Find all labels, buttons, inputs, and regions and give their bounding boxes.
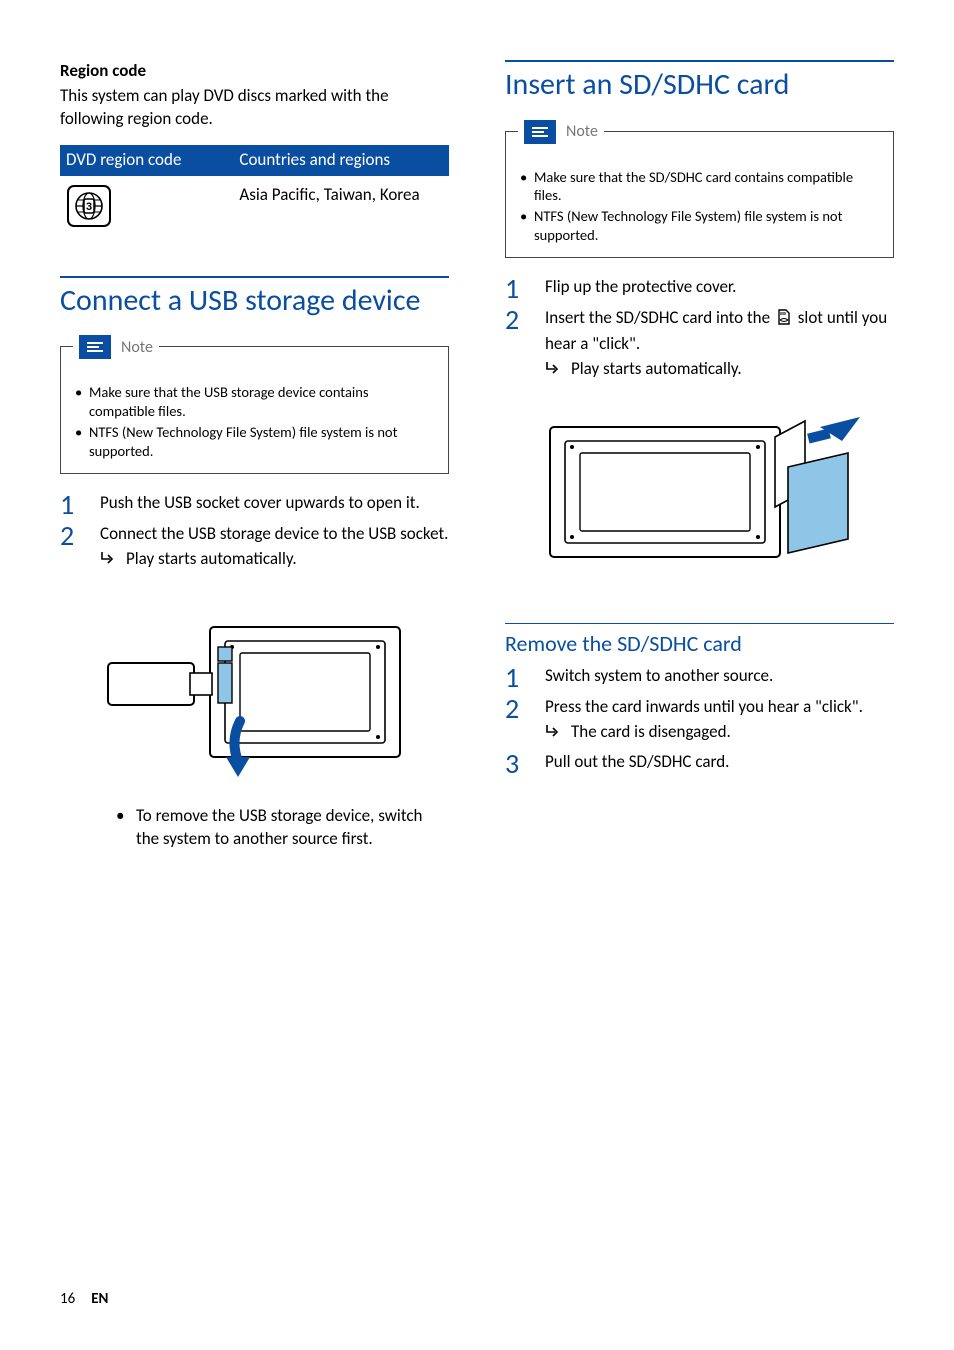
region-number-label: 3 bbox=[86, 201, 92, 213]
usb-note-list: Make sure that the USB storage device co… bbox=[75, 383, 436, 460]
bullet-dot-icon: • bbox=[116, 805, 126, 851]
remove-step-1: Switch system to another source. bbox=[505, 665, 894, 688]
result-arrow-icon bbox=[100, 548, 116, 571]
sd-section-heading: Insert an SD/SDHC card bbox=[505, 68, 894, 103]
note-tab: Note bbox=[518, 120, 604, 144]
note-tab: Note bbox=[73, 335, 159, 359]
remove-step-2: Press the card inwards until you hear a … bbox=[505, 696, 894, 744]
sd-diagram bbox=[505, 397, 894, 587]
region-table-head-a: DVD region code bbox=[66, 149, 239, 170]
step-result: The card is disengaged. bbox=[545, 721, 894, 744]
region-code-heading: Region code bbox=[60, 60, 449, 81]
sd-step-1: Flip up the protective cover. bbox=[505, 276, 894, 299]
region-code-block: Region code This system can play DVD dis… bbox=[60, 60, 449, 228]
result-text: Play starts automatically. bbox=[571, 358, 742, 381]
sd-note-item: NTFS (New Technology File System) file s… bbox=[520, 207, 881, 245]
remove-sd-steps: Switch system to another source. Press t… bbox=[505, 665, 894, 775]
usb-step-2: Connect the USB storage device to the US… bbox=[60, 523, 449, 571]
left-column: Region code This system can play DVD dis… bbox=[60, 60, 449, 850]
sd-note-box: Note Make sure that the SD/SDHC card con… bbox=[505, 131, 894, 258]
subsection-rule bbox=[505, 623, 894, 624]
step-text: Flip up the protective cover. bbox=[545, 276, 736, 297]
usb-section-heading: Connect a USB storage device bbox=[60, 284, 449, 319]
region-icon-cell: 3 bbox=[66, 184, 239, 228]
note-label: Note bbox=[121, 338, 153, 357]
step-result: Play starts automatically. bbox=[545, 358, 894, 381]
result-arrow-icon bbox=[545, 358, 561, 381]
usb-note-item: NTFS (New Technology File System) file s… bbox=[75, 423, 436, 461]
usb-steps: Push the USB socket cover upwards to ope… bbox=[60, 492, 449, 571]
region-code-body: This system can play DVD discs marked wi… bbox=[60, 85, 449, 131]
step-text: Press the card inwards until you hear a … bbox=[545, 696, 863, 717]
sd-steps: Flip up the protective cover. Insert the… bbox=[505, 276, 894, 381]
usb-step-1: Push the USB socket cover upwards to ope… bbox=[60, 492, 449, 515]
step-text: Connect the USB storage device to the US… bbox=[100, 523, 448, 544]
region-table-header: DVD region code Countries and regions bbox=[60, 145, 449, 176]
remove-step-3: Pull out the SD/SDHC card. bbox=[505, 751, 894, 774]
page-lang: EN bbox=[91, 1290, 108, 1308]
note-icon bbox=[79, 335, 111, 359]
step-text: Pull out the SD/SDHC card. bbox=[545, 751, 729, 772]
result-text: The card is disengaged. bbox=[571, 721, 731, 744]
page-number: 16 bbox=[60, 1290, 75, 1308]
right-column: Insert an SD/SDHC card Note Make sure th… bbox=[505, 60, 894, 850]
usb-diagram bbox=[60, 587, 449, 787]
sd-step-2: Insert the SD/SDHC card into the slot un… bbox=[505, 307, 894, 381]
usb-note-item: Make sure that the USB storage device co… bbox=[75, 383, 436, 421]
sd-note-item: Make sure that the SD/SDHC card contains… bbox=[520, 168, 881, 206]
step-text: Switch system to another source. bbox=[545, 665, 773, 686]
region-table-head-b: Countries and regions bbox=[239, 149, 443, 170]
region-table-row: 3 Asia Pacific, Taiwan, Korea bbox=[60, 176, 449, 228]
sd-note-list: Make sure that the SD/SDHC card contains… bbox=[520, 168, 881, 245]
note-icon bbox=[524, 120, 556, 144]
result-arrow-icon bbox=[545, 721, 561, 744]
section-rule bbox=[505, 60, 894, 62]
result-text: Play starts automatically. bbox=[126, 548, 297, 571]
step-text: Push the USB socket cover upwards to ope… bbox=[100, 492, 420, 513]
step-text-prefix: Insert the SD/SDHC card into the bbox=[545, 307, 774, 328]
region-countries: Asia Pacific, Taiwan, Korea bbox=[239, 184, 443, 205]
usb-remove-text: To remove the USB storage device, switch… bbox=[136, 805, 449, 851]
page-footer: 16 EN bbox=[60, 1290, 108, 1308]
step-result: Play starts automatically. bbox=[100, 548, 449, 571]
note-label: Note bbox=[566, 122, 598, 141]
globe-region-3-icon: 3 bbox=[66, 184, 112, 228]
remove-sd-heading: Remove the SD/SDHC card bbox=[505, 630, 894, 657]
usb-note-box: Note Make sure that the USB storage devi… bbox=[60, 346, 449, 473]
sd-card-icon bbox=[776, 308, 792, 333]
section-rule bbox=[60, 276, 449, 278]
usb-remove-note: • To remove the USB storage device, swit… bbox=[60, 805, 449, 851]
page-columns: Region code This system can play DVD dis… bbox=[60, 60, 894, 850]
